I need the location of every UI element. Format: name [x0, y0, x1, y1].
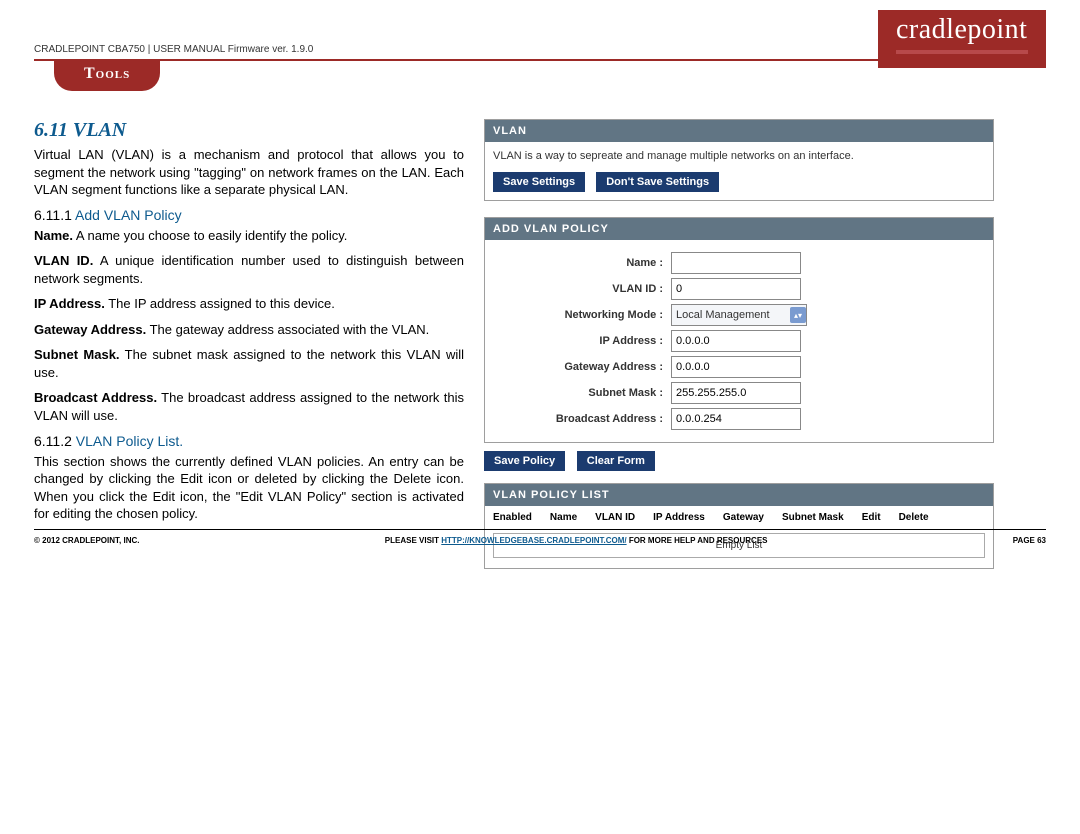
col-vlanid: VLAN ID — [595, 512, 635, 523]
subnet-input[interactable] — [671, 382, 801, 404]
col-gateway: Gateway — [723, 512, 764, 523]
panel-policy-list: VLAN POLICY LIST Enabled Name VLAN ID IP… — [484, 483, 994, 569]
col-delete: Delete — [899, 512, 929, 523]
label-name: Name : — [493, 257, 671, 269]
ip-input[interactable] — [671, 330, 801, 352]
save-policy-button[interactable]: Save Policy — [484, 451, 565, 471]
label-mode: Networking Mode : — [493, 309, 671, 321]
gateway-input[interactable] — [671, 356, 801, 378]
policy-list-columns: Enabled Name VLAN ID IP Address Gateway … — [485, 506, 993, 529]
col-enabled: Enabled — [493, 512, 532, 523]
section-title: 6.11 VLAN — [34, 119, 464, 142]
name-desc: Name. A name you choose to easily identi… — [34, 227, 464, 245]
tools-pill: Tools — [54, 61, 160, 91]
panel-vlan-header: VLAN — [485, 120, 993, 142]
panel-vlan-desc: VLAN is a way to sepreate and manage mul… — [493, 150, 985, 162]
col-name: Name — [550, 512, 577, 523]
brand-logo: cradlepoint — [878, 10, 1046, 68]
label-vlanid: VLAN ID : — [493, 283, 671, 295]
footer: © 2012 CRADLEPOINT, INC. PLEASE VISIT HT… — [34, 529, 1046, 545]
ip-desc: IP Address. The IP address assigned to t… — [34, 295, 464, 313]
sub-add-vlan: 6.11.1 Add VLAN Policy — [34, 207, 464, 223]
networking-mode-select[interactable]: Local Management ▴▾ — [671, 304, 807, 326]
policy-list-desc: This section shows the currently defined… — [34, 453, 464, 523]
footer-left: © 2012 CRADLEPOINT, INC. — [34, 536, 139, 545]
vlanid-input[interactable] — [671, 278, 801, 300]
broadcast-input[interactable] — [671, 408, 801, 430]
intro-text: Virtual LAN (VLAN) is a mechanism and pr… — [34, 146, 464, 199]
select-arrows-icon: ▴▾ — [790, 307, 806, 323]
col-ip: IP Address — [653, 512, 705, 523]
sub-policy-list: 6.11.2 VLAN Policy List. — [34, 433, 464, 449]
dont-save-settings-button[interactable]: Don't Save Settings — [596, 172, 719, 192]
label-bc: Broadcast Address : — [493, 413, 671, 425]
kb-link[interactable]: HTTP://KNOWLEDGEBASE.CRADLEPOINT.COM/ — [441, 536, 626, 545]
bc-desc: Broadcast Address. The broadcast address… — [34, 389, 464, 424]
save-settings-button[interactable]: Save Settings — [493, 172, 585, 192]
sm-desc: Subnet Mask. The subnet mask assigned to… — [34, 346, 464, 381]
label-ip: IP Address : — [493, 335, 671, 347]
label-gw: Gateway Address : — [493, 361, 671, 373]
panel-add-vlan-policy: ADD VLAN POLICY Name : VLAN ID : Network… — [484, 217, 994, 443]
col-edit: Edit — [862, 512, 881, 523]
label-sm: Subnet Mask : — [493, 387, 671, 399]
brand-name: cradlepoint — [896, 16, 1028, 44]
col-subnet: Subnet Mask — [782, 512, 844, 523]
gw-desc: Gateway Address. The gateway address ass… — [34, 321, 464, 339]
panel-add-header: ADD VLAN POLICY — [485, 218, 993, 240]
vlanid-desc: VLAN ID. A unique identification number … — [34, 252, 464, 287]
panel-vlan: VLAN VLAN is a way to sepreate and manag… — [484, 119, 994, 201]
name-input[interactable] — [671, 252, 801, 274]
clear-form-button[interactable]: Clear Form — [577, 451, 655, 471]
footer-center: PLEASE VISIT HTTP://KNOWLEDGEBASE.CRADLE… — [139, 536, 1012, 545]
panel-policy-list-header: VLAN POLICY LIST — [485, 484, 993, 506]
footer-right: PAGE 63 — [1013, 536, 1046, 545]
